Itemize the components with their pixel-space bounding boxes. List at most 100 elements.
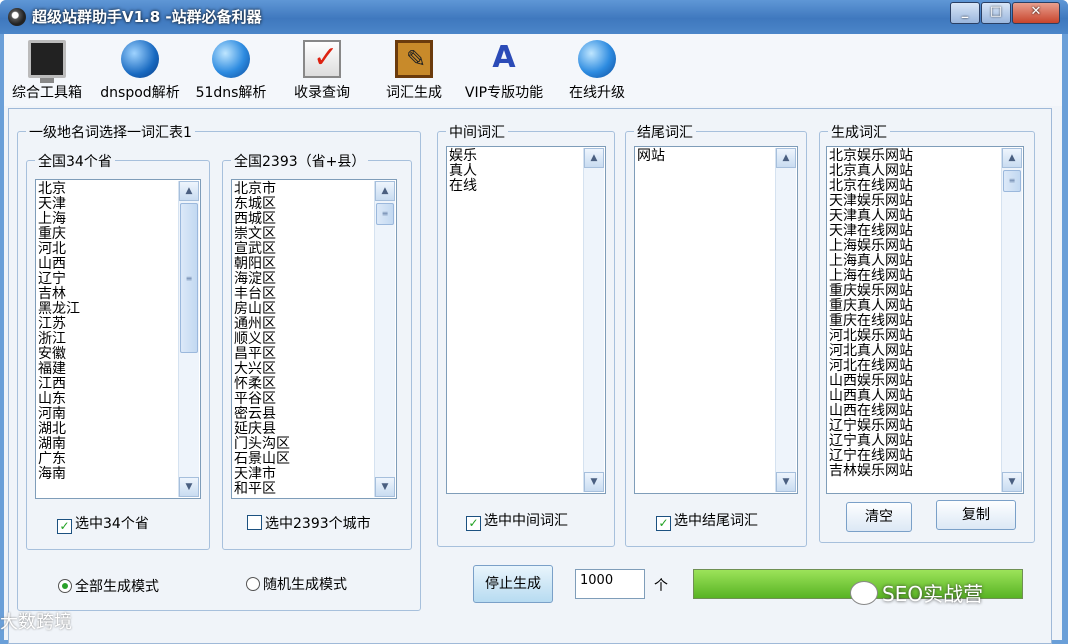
toolbar-toolbox[interactable]: 综合工具箱 — [8, 40, 86, 102]
city-item[interactable]: 延庆县 — [234, 422, 374, 437]
city-item[interactable]: 房山区 — [234, 302, 374, 317]
city-item[interactable]: 顺义区 — [234, 332, 374, 347]
province-item[interactable]: 安徽 — [38, 347, 178, 362]
city-item[interactable]: 石景山区 — [234, 452, 374, 467]
scroll-thumb[interactable]: ≡ — [376, 203, 394, 225]
scroll-down-icon[interactable]: ▼ — [776, 472, 796, 492]
output-word-item[interactable]: 辽宁娱乐网站 — [829, 419, 1001, 434]
output-word-item[interactable]: 上海娱乐网站 — [829, 239, 1001, 254]
city-item[interactable]: 东城区 — [234, 197, 374, 212]
output-word-item[interactable]: 山西娱乐网站 — [829, 374, 1001, 389]
scroll-down-icon[interactable]: ▼ — [584, 472, 604, 492]
scroll-thumb[interactable]: ≡ — [180, 203, 198, 353]
middle-word-item[interactable]: 在线 — [449, 179, 583, 194]
scroll-up-icon[interactable]: ▲ — [375, 181, 395, 201]
select-end-checkbox[interactable]: ✓ 选中结尾词汇 — [656, 510, 758, 531]
clear-button[interactable]: 清空 — [846, 502, 912, 532]
toolbar-word-generate[interactable]: 词汇生成 — [380, 40, 448, 102]
output-word-item[interactable]: 北京娱乐网站 — [829, 149, 1001, 164]
minimize-button[interactable]: _ — [950, 2, 980, 24]
province-item[interactable]: 湖南 — [38, 437, 178, 452]
scroll-up-icon[interactable]: ▲ — [584, 148, 604, 168]
count-input[interactable]: 1000 — [575, 569, 645, 599]
scroll-up-icon[interactable]: ▲ — [776, 148, 796, 168]
city-item[interactable]: 怀柔区 — [234, 377, 374, 392]
toolbar-upgrade[interactable]: 在线升级 — [564, 40, 630, 102]
output-word-item[interactable]: 上海在线网站 — [829, 269, 1001, 284]
city-item[interactable]: 丰台区 — [234, 287, 374, 302]
province-item[interactable]: 海南 — [38, 467, 178, 482]
output-word-item[interactable]: 天津真人网站 — [829, 209, 1001, 224]
close-button[interactable]: ✕ — [1012, 2, 1060, 24]
city-item[interactable]: 海淀区 — [234, 272, 374, 287]
province-item[interactable]: 浙江 — [38, 332, 178, 347]
city-item[interactable]: 崇文区 — [234, 227, 374, 242]
scroll-down-icon[interactable]: ▼ — [179, 477, 199, 497]
output-word-item[interactable]: 辽宁真人网站 — [829, 434, 1001, 449]
scroll-down-icon[interactable]: ▼ — [1002, 472, 1022, 492]
toolbar-index-check[interactable]: 收录查询 — [288, 40, 356, 102]
maximize-button[interactable]: □ — [981, 2, 1011, 24]
copy-button[interactable]: 复制 — [936, 500, 1016, 530]
city-item[interactable]: 和平区 — [234, 482, 374, 497]
provinces-list[interactable]: 北京 天津 上海 重庆 河北 山西 辽宁 吉林 黑龙江 江苏 浙江 安徽 福建 江西 山东 河南 湖北 湖南 广东海… — [35, 179, 201, 499]
province-item[interactable]: 江西 — [38, 377, 178, 392]
toolbar-51dns[interactable]: 51dns解析 — [194, 40, 268, 102]
province-item[interactable]: 黑龙江 — [38, 302, 178, 317]
province-item[interactable]: 上海 — [38, 212, 178, 227]
province-item[interactable]: 广东 — [38, 452, 178, 467]
output-word-item[interactable]: 天津娱乐网站 — [829, 194, 1001, 209]
city-item[interactable]: 西城区 — [234, 212, 374, 227]
province-item[interactable]: 福建 — [38, 362, 178, 377]
province-item[interactable]: 河北 — [38, 242, 178, 257]
output-word-item[interactable]: 重庆娱乐网站 — [829, 284, 1001, 299]
city-item[interactable]: 平谷区 — [234, 392, 374, 407]
city-item[interactable]: 宣武区 — [234, 242, 374, 257]
output-word-item[interactable]: 河北真人网站 — [829, 344, 1001, 359]
output-word-item[interactable]: 北京在线网站 — [829, 179, 1001, 194]
city-item[interactable]: 大兴区 — [234, 362, 374, 377]
city-item[interactable]: 昌平区 — [234, 347, 374, 362]
city-item[interactable]: 密云县 — [234, 407, 374, 422]
output-word-item[interactable]: 山西在线网站 — [829, 404, 1001, 419]
province-item[interactable]: 河南 — [38, 407, 178, 422]
provinces-scrollbar[interactable]: ▲ ≡ ▼ — [178, 181, 199, 497]
output-word-item[interactable]: 河北在线网站 — [829, 359, 1001, 374]
province-item[interactable]: 天津 — [38, 197, 178, 212]
output-words-list[interactable]: 北京娱乐网站 北京真人网站 北京在线网站 天津娱乐网站 天津真人网站 天津在线网站 上海娱乐… — [826, 146, 1024, 494]
title-bar[interactable]: 超级站群助手V1.8 -站群必备利器 _ □ ✕ — [0, 0, 1068, 34]
city-item[interactable]: 北京市 — [234, 182, 374, 197]
toolbar-vip[interactable]: A VIP专版功能 — [462, 40, 546, 102]
city-item[interactable]: 通州区 — [234, 317, 374, 332]
select-cities-checkbox[interactable]: 选中2393个城市 — [247, 513, 371, 533]
middle-words-list[interactable]: 娱乐 真人 在线 ▲ ▼ — [446, 146, 606, 494]
mode-all-radio[interactable]: 全部生成模式 — [58, 576, 159, 596]
stop-generate-button[interactable]: 停止生成 — [473, 565, 553, 603]
select-provinces-checkbox[interactable]: ✓ 选中34个省 — [57, 513, 149, 534]
middle-scrollbar[interactable]: ▲ ▼ — [583, 148, 604, 492]
province-item[interactable]: 重庆 — [38, 227, 178, 242]
output-word-item[interactable]: 北京真人网站 — [829, 164, 1001, 179]
cities-scrollbar[interactable]: ▲ ≡ ▼ — [374, 181, 395, 497]
end-words-list[interactable]: 网站 ▲ ▼ — [634, 146, 798, 494]
province-item[interactable]: 辽宁 — [38, 272, 178, 287]
province-item[interactable]: 山西 — [38, 257, 178, 272]
select-middle-checkbox[interactable]: ✓ 选中中间词汇 — [466, 510, 568, 531]
toolbar-dnspod[interactable]: dnspod解析 — [98, 40, 182, 102]
scroll-thumb[interactable]: ≡ — [1003, 170, 1021, 192]
province-item[interactable]: 湖北 — [38, 422, 178, 437]
output-word-item[interactable]: 河北娱乐网站 — [829, 329, 1001, 344]
output-word-item[interactable]: 上海真人网站 — [829, 254, 1001, 269]
city-item[interactable]: 朝阳区 — [234, 257, 374, 272]
middle-word-item[interactable]: 娱乐 — [449, 149, 583, 164]
scroll-down-icon[interactable]: ▼ — [375, 477, 395, 497]
city-item[interactable]: 天津市 — [234, 467, 374, 482]
province-item[interactable]: 北京 — [38, 182, 178, 197]
output-word-item[interactable]: 重庆真人网站 — [829, 299, 1001, 314]
province-item[interactable]: 江苏 — [38, 317, 178, 332]
province-item[interactable]: 山东 — [38, 392, 178, 407]
output-word-item[interactable]: 重庆在线网站 — [829, 314, 1001, 329]
scroll-up-icon[interactable]: ▲ — [1002, 148, 1022, 168]
output-scrollbar[interactable]: ▲ ≡ ▼ — [1001, 148, 1022, 492]
city-item[interactable]: 门头沟区 — [234, 437, 374, 452]
